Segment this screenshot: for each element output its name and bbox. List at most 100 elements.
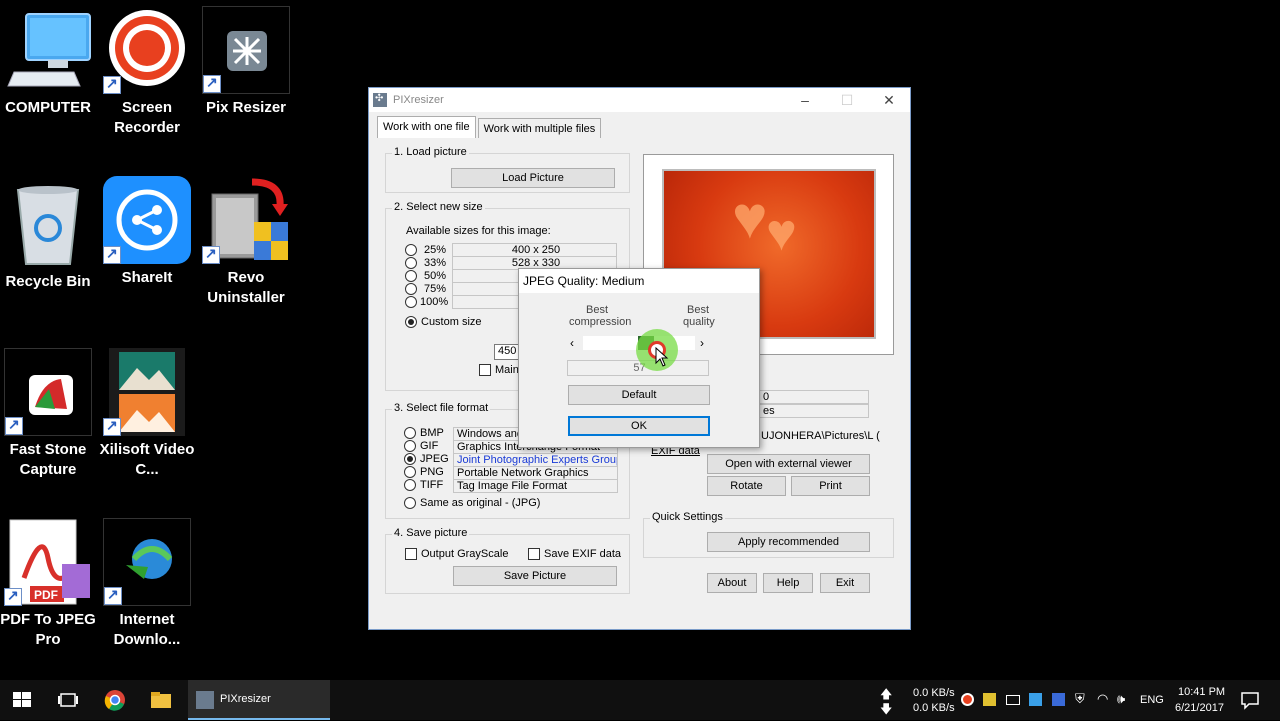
desktop-icon-label: Revo Uninstaller	[207, 269, 285, 306]
taskbar-app-label: PIXresizer	[220, 693, 271, 705]
desktop-icon-label: PDF To JPEG Pro	[0, 611, 96, 648]
xilisoft-video-icon	[103, 348, 191, 436]
dialog-title[interactable]: JPEG Quality: Medium	[519, 269, 759, 293]
format-name: TIFF	[420, 479, 444, 491]
screen-recorder-tray-icon[interactable]	[961, 693, 974, 706]
desktop-icon-shareit[interactable]: ShareIt	[99, 176, 195, 288]
file-explorer-icon[interactable]	[149, 688, 173, 712]
size-radio-100[interactable]	[405, 296, 417, 308]
save-picture-button[interactable]: Save Picture	[453, 566, 617, 586]
shortcut-arrow-icon	[103, 75, 121, 94]
tray-app-icon[interactable]	[1052, 693, 1065, 706]
desktop-icon-xilisoft[interactable]: Xilisoft Video C...	[99, 348, 195, 480]
desktop-icon-revo-uninstaller[interactable]: Revo Uninstaller	[198, 176, 294, 308]
size-radio-75[interactable]	[405, 283, 417, 295]
mouse-cursor-icon	[655, 347, 669, 367]
size-dims: 400 x 250	[452, 243, 617, 257]
help-button[interactable]: Help	[763, 573, 813, 593]
format-radio-same[interactable]	[404, 497, 416, 509]
task-view-icon[interactable]	[56, 688, 80, 712]
format-desc: Tag Image File Format	[453, 479, 618, 493]
screen-recorder-icon	[103, 6, 191, 94]
shortcut-arrow-icon	[203, 74, 221, 93]
download-arrow-icon: 🡇	[880, 702, 893, 716]
save-exif-checkbox[interactable]	[528, 548, 540, 560]
battery-icon[interactable]	[1006, 695, 1020, 705]
custom-size-radio[interactable]	[405, 316, 417, 328]
shortcut-arrow-icon	[104, 586, 122, 605]
custom-size-label: Custom size	[421, 316, 482, 328]
desktop-icon-computer[interactable]: COMPUTER	[0, 6, 96, 118]
format-radio-bmp[interactable]	[404, 427, 416, 439]
desktop-icon-label: Recycle Bin	[5, 273, 91, 290]
shareit-icon	[103, 176, 191, 264]
shortcut-arrow-icon	[103, 417, 121, 436]
tray-app-icon[interactable]	[1029, 693, 1042, 706]
print-button[interactable]: Print	[791, 476, 870, 496]
app-icon	[373, 93, 387, 107]
best-quality-label: Best quality	[683, 304, 715, 328]
file-format-title: 3. Select file format	[392, 402, 491, 414]
size-pct: 50%	[424, 270, 447, 282]
format-name: PNG	[420, 466, 444, 478]
net-up-speed: 0.0 KB/s	[913, 687, 955, 699]
clock-time[interactable]: 10:41 PM	[1178, 686, 1225, 698]
taskbar-app-pixresizer[interactable]: PIXresizer	[188, 680, 330, 720]
save-picture-group: 4. Save picture Output GrayScale Save EX…	[385, 527, 630, 594]
size-pct: 100%	[420, 296, 449, 308]
format-radio-tiff[interactable]	[404, 479, 416, 491]
shortcut-arrow-icon	[5, 416, 23, 435]
desktop-icon-pix-resizer[interactable]: Pix Resizer	[198, 6, 294, 118]
size-radio-33[interactable]	[405, 257, 417, 269]
format-radio-jpeg[interactable]	[404, 453, 416, 465]
desktop-icon-recycle-bin[interactable]: Recycle Bin	[0, 180, 96, 292]
grayscale-label: Output GrayScale	[421, 548, 509, 560]
wifi-icon[interactable]: ◠	[1097, 691, 1108, 707]
default-button[interactable]: Default	[568, 385, 710, 405]
ok-button[interactable]: OK	[568, 416, 710, 436]
apply-recommended-button[interactable]: Apply recommended	[707, 532, 870, 552]
action-center-icon[interactable]	[1238, 688, 1262, 712]
rotate-button[interactable]: Rotate	[707, 476, 786, 496]
language-indicator[interactable]: ENG	[1140, 694, 1164, 706]
desktop-icon-pdf-to-jpeg[interactable]: PDF PDF To JPEG Pro	[0, 518, 96, 650]
desktop-icon-label: ShareIt	[121, 269, 173, 286]
desktop-icon-label: Xilisoft Video C...	[99, 441, 195, 478]
open-external-viewer-button[interactable]: Open with external viewer	[707, 454, 870, 474]
load-picture-title: 1. Load picture	[392, 146, 469, 158]
size-radio-50[interactable]	[405, 270, 417, 282]
format-radio-png[interactable]	[404, 466, 416, 478]
slider-right-arrow-icon[interactable]: ›	[700, 336, 704, 350]
tray-app-icon[interactable]	[983, 693, 996, 706]
available-sizes-label: Available sizes for this image:	[406, 225, 551, 237]
tab-work-multiple-files[interactable]: Work with multiple files	[477, 118, 602, 138]
format-radio-gif[interactable]	[404, 440, 416, 452]
pix-resizer-icon	[202, 6, 290, 94]
exit-button[interactable]: Exit	[820, 573, 870, 593]
volume-icon[interactable]: 🕪	[1117, 691, 1125, 707]
close-button[interactable]: ✕	[867, 90, 911, 110]
chrome-icon[interactable]	[103, 688, 127, 712]
tab-work-one-file[interactable]: Work with one file	[377, 116, 476, 138]
size-radio-25[interactable]	[405, 244, 417, 256]
quick-settings-group: Quick Settings Apply recommended	[643, 511, 894, 558]
shield-icon[interactable]: ⛨	[1075, 691, 1085, 707]
desktop-icon-label: Screen Recorder	[114, 99, 180, 136]
custom-width-input[interactable]: 450	[494, 344, 520, 360]
size-pct: 75%	[424, 283, 447, 295]
slider-left-arrow-icon[interactable]: ‹	[570, 336, 574, 350]
grayscale-checkbox[interactable]	[405, 548, 417, 560]
desktop-icon-fast-stone-capture[interactable]: Fast Stone Capture	[0, 348, 96, 480]
maximize-button[interactable]: ☐	[825, 90, 869, 110]
size-pct: 25%	[424, 244, 447, 256]
clock-date[interactable]: 6/21/2017	[1175, 702, 1224, 714]
desktop-icon-internet-download[interactable]: Internet Downlo...	[99, 518, 195, 650]
desktop-icon-screen-recorder[interactable]: Screen Recorder	[99, 6, 195, 138]
net-down-speed: 0.0 KB/s	[913, 702, 955, 714]
minimize-button[interactable]: –	[783, 90, 827, 110]
load-picture-button[interactable]: Load Picture	[451, 168, 615, 188]
about-button[interactable]: About	[707, 573, 757, 593]
file-path: UJONHERA\Pictures\L (	[761, 430, 880, 442]
windows-start-icon[interactable]	[10, 688, 34, 712]
maintain-aspect-checkbox[interactable]	[479, 364, 491, 376]
